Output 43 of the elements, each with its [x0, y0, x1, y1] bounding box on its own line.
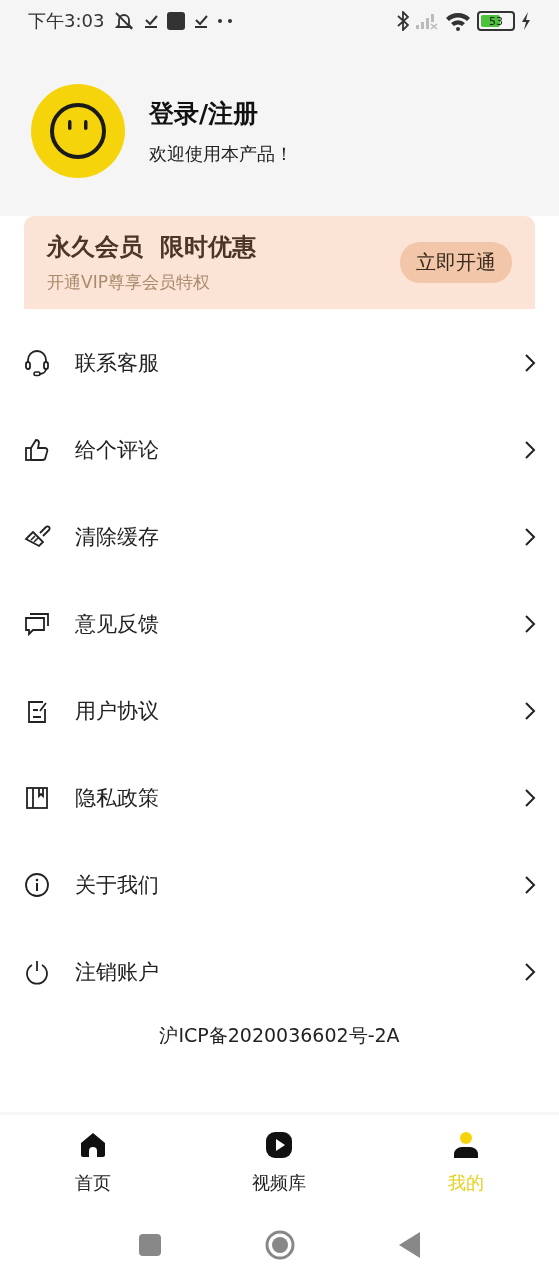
login-register-link[interactable]: 登录/注册 — [149, 96, 293, 130]
chevron-right-icon — [524, 526, 536, 547]
menu-item[interactable]: 清除缓存 — [0, 493, 559, 580]
wifi-icon — [445, 11, 471, 31]
headset-icon — [23, 348, 51, 377]
play-icon — [265, 1130, 294, 1159]
vip-subtitle: 开通VIP尊享会员特权 — [47, 271, 211, 294]
chevron-right-icon — [524, 352, 536, 373]
chevron-right-icon — [524, 874, 536, 895]
nav-tab[interactable]: 首页 — [0, 1115, 187, 1210]
chevron-right-icon — [524, 439, 536, 460]
charging-bolt-icon — [521, 12, 531, 30]
chevron-right-icon — [524, 961, 536, 982]
menu-item[interactable]: 意见反馈 — [0, 580, 559, 667]
square-icon — [167, 12, 186, 30]
more-dots-icon — [217, 18, 234, 24]
chevron-right-icon — [524, 700, 536, 721]
signal-icon — [415, 12, 439, 30]
activate-button[interactable]: 立即开通 — [400, 242, 512, 283]
welcome-text: 欢迎使用本产品！ — [149, 141, 293, 166]
menu-item[interactable]: 联系客服 — [0, 319, 559, 406]
avatar-face-icon — [31, 84, 125, 178]
home-icon — [79, 1130, 108, 1159]
bluetooth-icon — [397, 11, 409, 31]
recents-square-icon — [138, 1234, 161, 1256]
download-done-icon — [144, 13, 159, 29]
menu-item[interactable]: 用户协议 — [0, 667, 559, 754]
menu-item[interactable]: 隐私政策 — [0, 754, 559, 841]
nav-tab[interactable]: 视频库 — [186, 1115, 373, 1210]
menu-item[interactable]: 注销账户 — [0, 928, 559, 1015]
chevron-right-icon — [524, 787, 536, 808]
menu-item[interactable]: 关于我们 — [0, 841, 559, 928]
home-circle-icon — [264, 1230, 295, 1260]
muted-bell-icon — [113, 11, 136, 31]
chevron-right-icon — [524, 613, 536, 634]
vip-title: 永久会员 限时优惠 — [47, 232, 256, 263]
menu-item[interactable]: 给个评论 — [0, 406, 559, 493]
download-done-icon — [194, 13, 209, 29]
info-icon — [23, 870, 51, 899]
back-triangle-icon — [398, 1232, 421, 1258]
clock-time: 下午3:03 — [28, 9, 105, 33]
icp-license-text: 沪ICP备2020036602号-2A — [158, 1023, 401, 1048]
person-icon — [451, 1130, 480, 1159]
